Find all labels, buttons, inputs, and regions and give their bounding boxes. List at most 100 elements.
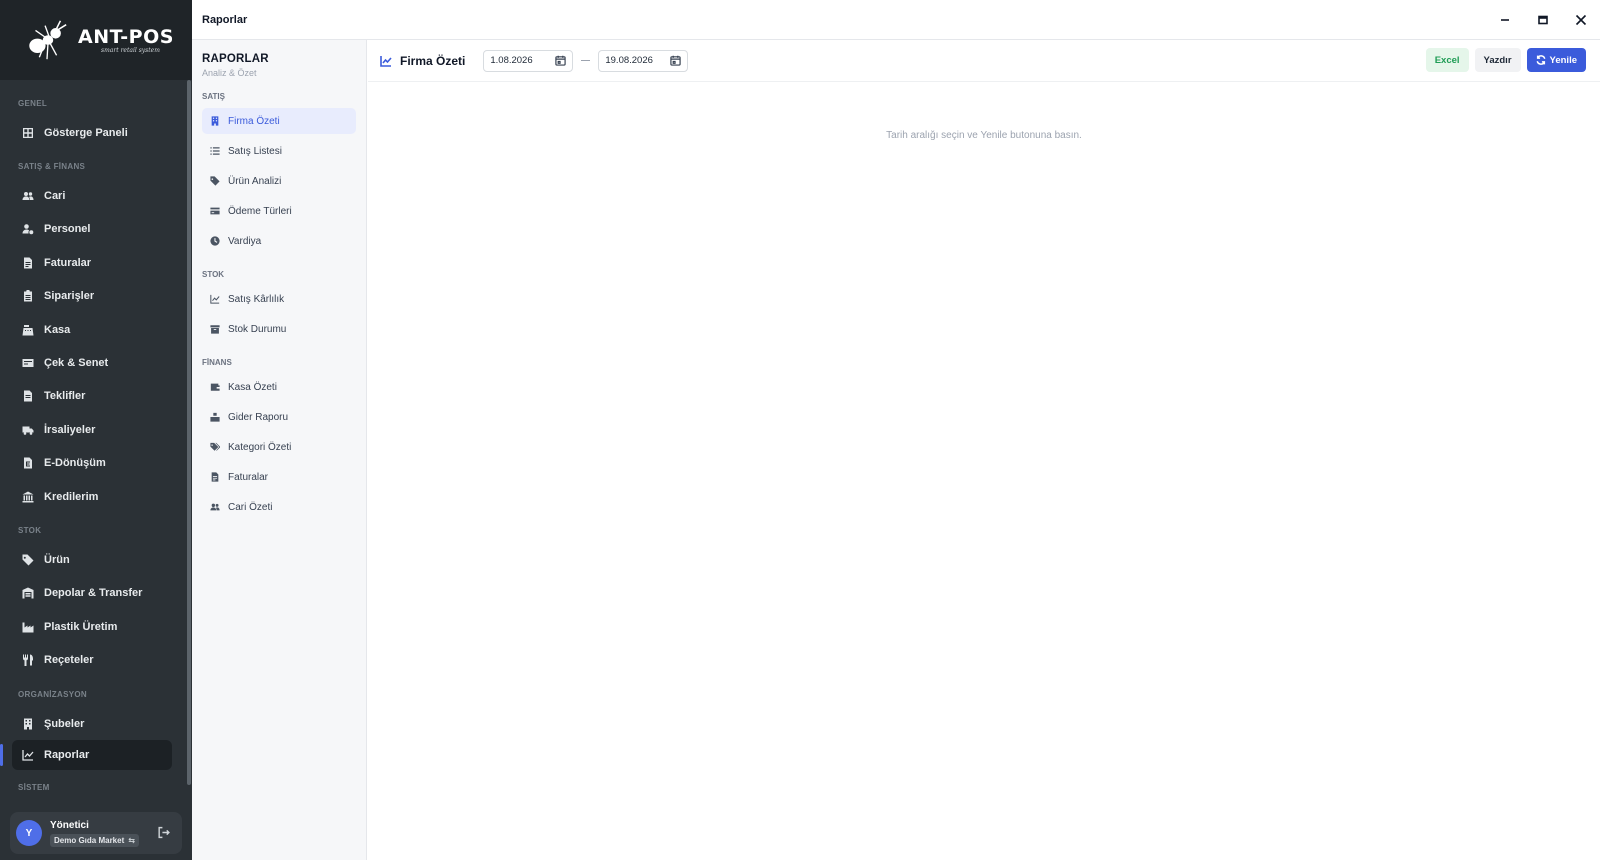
- chart-line-icon: [210, 294, 220, 304]
- report-menu-title: RAPORLAR: [202, 53, 269, 65]
- cheque-icon: [22, 359, 34, 368]
- nav-item-label: Depolar & Transfer: [44, 587, 143, 600]
- nav-item-faturalar[interactable]: Faturalar: [0, 246, 192, 279]
- report-item-kategori-ozeti[interactable]: Kategori Özeti: [192, 432, 366, 462]
- refresh-icon: [1536, 55, 1546, 65]
- report-item-label: Gider Raporu: [228, 411, 289, 423]
- report-item-faturalar[interactable]: Faturalar: [192, 462, 366, 492]
- chart-line-icon: [380, 55, 392, 67]
- users-icon: [22, 192, 34, 201]
- nav-section-satis-finans: SATIŞ & FİNANS: [18, 162, 86, 172]
- nav-item-depolar-transfer[interactable]: Depolar & Transfer: [0, 577, 192, 610]
- report-menu: RAPORLAR Analiz & Özet SATIŞ Firma Özeti…: [192, 40, 367, 860]
- nav-item-siparisler[interactable]: Siparişler: [0, 280, 192, 313]
- report-item-label: Stok Durumu: [228, 323, 287, 335]
- nav-item-gosterge-paneli[interactable]: Gösterge Paneli: [0, 116, 192, 149]
- nav-item-urun[interactable]: Ürün: [0, 543, 192, 576]
- nav-item-personel[interactable]: Personel: [0, 213, 192, 246]
- invoice-icon: [211, 472, 219, 482]
- nav-item-label: Plastik Üretim: [44, 620, 118, 633]
- warehouse-icon: [22, 587, 34, 599]
- minimize-icon: [1501, 19, 1509, 21]
- report-item-label: Vardiya: [228, 235, 262, 247]
- nav-item-label: Teklifler: [44, 390, 86, 403]
- nav-item-plastik-uretim[interactable]: Plastik Üretim: [0, 610, 192, 643]
- date-range-separator: [581, 60, 591, 61]
- brand-logo[interactable]: ANT-POS smart retail system: [0, 0, 192, 80]
- nav-item-irsaliyeler[interactable]: İrsaliyeler: [0, 413, 192, 446]
- report-item-odeme-turleri[interactable]: Ödeme Türleri: [192, 196, 366, 226]
- main-nav: GENEL Gösterge Paneli SATIŞ & FİNANS Car…: [0, 80, 192, 800]
- nav-item-teklifler[interactable]: Teklifler: [0, 380, 192, 413]
- report-item-cari-ozeti[interactable]: Cari Özeti: [192, 492, 366, 522]
- main-sidebar: ANT-POS smart retail system GENEL Göster…: [0, 0, 192, 860]
- sidebar-scrollbar[interactable]: [187, 80, 191, 785]
- nav-item-label: Personel: [44, 223, 91, 236]
- nav-section-organizasyon: ORGANİZASYON: [18, 689, 87, 699]
- report-menu-subtitle: Analiz & Özet: [202, 68, 257, 78]
- window-controls: [1486, 0, 1600, 40]
- report-item-stok-durumu[interactable]: Stok Durumu: [192, 314, 366, 344]
- building-icon: [211, 116, 219, 126]
- logout-icon[interactable]: [157, 826, 170, 839]
- report-item-kasa-ozeti[interactable]: Kasa Özeti: [192, 372, 366, 402]
- date-to-value: 19.08.2026: [605, 55, 653, 66]
- nav-item-e-donusum[interactable]: E-Dönüşüm: [0, 447, 192, 480]
- close-button[interactable]: [1562, 0, 1600, 40]
- nav-item-label: Raporlar: [44, 749, 90, 762]
- nav-item-kasa[interactable]: Kasa: [0, 313, 192, 346]
- report-item-satis-karlilik[interactable]: Satış Kârlılık: [192, 284, 366, 314]
- document-icon: [24, 390, 32, 402]
- report-item-label: Ödeme Türleri: [228, 205, 292, 217]
- refresh-label: Yenile: [1549, 54, 1577, 66]
- window-titlebar: Raporlar: [192, 0, 1600, 40]
- maximize-icon: [1538, 15, 1548, 25]
- report-item-label: Cari Özeti: [228, 501, 273, 513]
- date-to-input[interactable]: 19.08.2026: [598, 49, 689, 72]
- report-item-gider-raporu[interactable]: Gider Raporu: [192, 402, 366, 432]
- user-card[interactable]: Y Yönetici Demo Gıda Market ⇆: [10, 812, 182, 854]
- building-icon: [24, 718, 32, 730]
- report-item-label: Satış Kârlılık: [228, 293, 285, 305]
- date-from-input[interactable]: 1.08.2026: [483, 49, 574, 72]
- refresh-button[interactable]: Yenile: [1526, 48, 1586, 72]
- minimize-button[interactable]: [1486, 0, 1524, 40]
- calendar-icon[interactable]: [670, 55, 682, 66]
- user-name: Yönetici: [50, 819, 89, 831]
- report-item-firma-ozeti[interactable]: Firma Özeti: [202, 108, 356, 134]
- report-item-label: Kategori Özeti: [228, 441, 292, 453]
- report-item-satis-listesi[interactable]: Satış Listesi: [192, 136, 366, 166]
- calendar-icon[interactable]: [555, 55, 567, 66]
- nav-item-subeler[interactable]: Şubeler: [0, 707, 192, 740]
- e-document-icon: [24, 457, 32, 469]
- utensils-icon: [23, 654, 33, 667]
- nav-section-sistem: SİSTEM: [18, 783, 50, 793]
- report-title: Firma Özeti: [380, 54, 465, 68]
- report-title-text: Firma Özeti: [400, 53, 466, 68]
- report-item-vardiya[interactable]: Vardiya: [192, 226, 366, 256]
- toolbar-actions: Excel Yazdır Yenile: [1425, 48, 1586, 72]
- excel-button[interactable]: Excel: [1425, 48, 1469, 72]
- nav-item-cek-senet[interactable]: Çek & Senet: [0, 346, 192, 379]
- maximize-button[interactable]: [1524, 0, 1562, 40]
- brand-name: ANT-POS: [78, 26, 174, 48]
- box-icon: [210, 325, 220, 334]
- report-item-urun-analizi[interactable]: Ürün Analizi: [192, 166, 366, 196]
- window-title: Raporlar: [202, 13, 248, 26]
- report-content: Firma Özeti 1.08.2026 19.08.2026 Excel Y…: [368, 40, 1600, 860]
- empty-state-message: Tarih aralığı seçin ve Yenile butonuna b…: [886, 130, 1082, 141]
- company-switcher[interactable]: Demo Gıda Market ⇆: [50, 833, 139, 847]
- user-cog-icon: [22, 224, 34, 235]
- nav-item-raporlar[interactable]: Raporlar: [0, 740, 172, 771]
- print-button[interactable]: Yazdır: [1474, 48, 1521, 72]
- nav-item-receteler[interactable]: Reçeteler: [0, 643, 192, 676]
- brand-tagline: smart retail system: [101, 47, 160, 54]
- factory-icon: [22, 622, 34, 633]
- wallet-icon: [210, 383, 220, 391]
- report-item-label: Ürün Analizi: [228, 175, 282, 187]
- nav-item-kredilerim[interactable]: Kredilerim: [0, 480, 192, 513]
- report-item-label: Firma Özeti: [228, 115, 280, 127]
- report-section-stok: STOK: [202, 270, 225, 279]
- close-icon: [1575, 14, 1587, 26]
- nav-item-cari[interactable]: Cari: [0, 179, 192, 212]
